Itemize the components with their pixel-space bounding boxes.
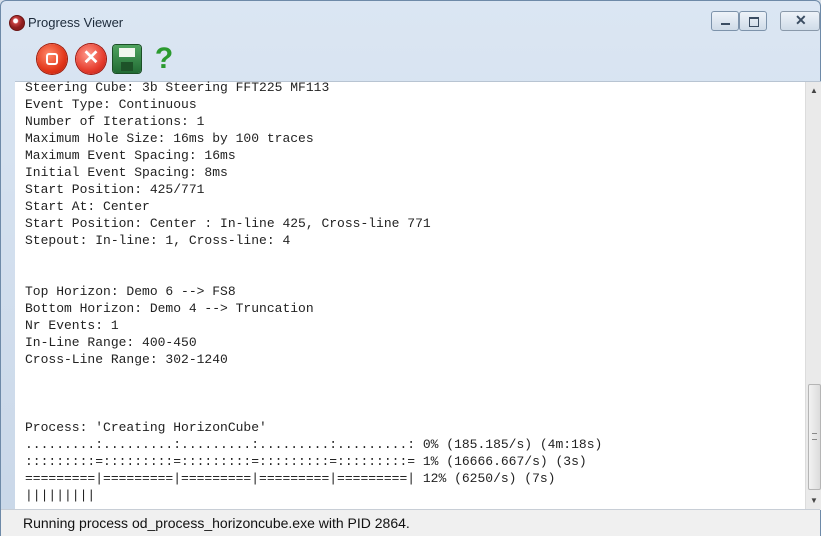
status-text: Running process od_process_horizoncube.e… xyxy=(23,515,410,531)
progress-viewer-window: Progress Viewer ✕ ✕ ? Steering Cube: 3b … xyxy=(0,0,821,536)
scroll-thumb[interactable] xyxy=(808,384,821,490)
window-title: Progress Viewer xyxy=(28,15,124,30)
save-icon[interactable] xyxy=(113,45,141,73)
stop-icon[interactable] xyxy=(37,44,67,74)
title-bar[interactable]: Progress Viewer ✕ xyxy=(1,1,820,39)
toolbar: ✕ ? xyxy=(1,39,820,81)
grip-icon xyxy=(812,433,817,440)
status-bar: Running process od_process_horizoncube.e… xyxy=(1,509,820,536)
close-icon: ✕ xyxy=(795,12,807,28)
help-icon[interactable]: ? xyxy=(151,44,177,74)
app-icon xyxy=(9,15,25,31)
progress-log-area[interactable]: Steering Cube: 3b Steering FFT225 MF113 … xyxy=(15,80,821,510)
minimize-button[interactable] xyxy=(711,11,739,31)
maximize-button[interactable] xyxy=(739,11,767,31)
scroll-up-icon[interactable]: ▲ xyxy=(806,82,821,100)
progress-log-text: Steering Cube: 3b Steering FFT225 MF113 … xyxy=(25,80,603,503)
vertical-scrollbar[interactable]: ▲ ▼ xyxy=(805,82,821,510)
cancel-icon[interactable]: ✕ xyxy=(76,44,106,74)
close-button[interactable]: ✕ xyxy=(780,11,820,31)
scroll-down-icon[interactable]: ▼ xyxy=(806,492,821,510)
